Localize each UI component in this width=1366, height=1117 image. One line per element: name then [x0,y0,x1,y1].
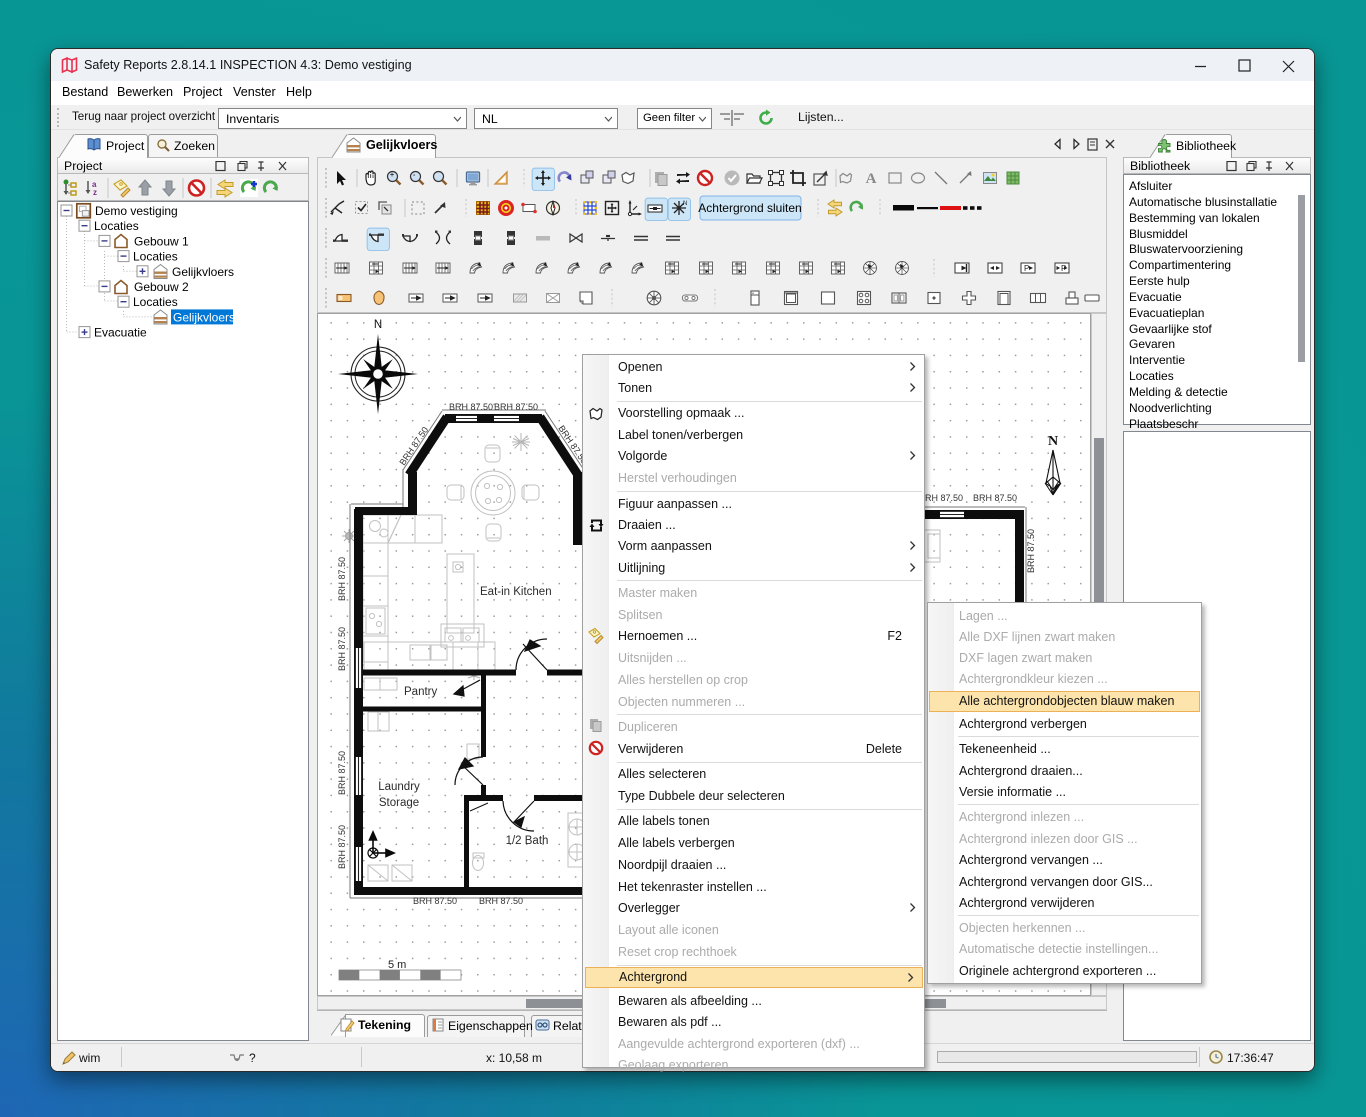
svg-text:Locaties: Locaties [133,295,178,309]
svg-text:BRH 87.50: BRH 87.50 [337,627,347,671]
svg-text:BRH 87.50: BRH 87.50 [1026,529,1036,573]
svg-text:Demo vestiging: Demo vestiging [95,204,178,218]
svg-text:RH 87.50: RH 87.50 [925,493,963,503]
svg-text:Laundry: Laundry [378,781,420,793]
svg-text:BRH 87.50: BRH 87.50 [337,751,347,795]
svg-text:Evacuatie: Evacuatie [94,326,147,340]
svg-text:Pantry: Pantry [404,686,437,698]
svg-text:5 m: 5 m [388,959,406,971]
svg-text:Eat-in Kitchen: Eat-in Kitchen [480,586,552,598]
svg-text:BRH 87.50: BRH 87.50 [337,557,347,601]
svg-text:+: + [390,172,394,179]
svg-text:Gelijkvloers: Gelijkvloers [173,310,235,324]
svg-text:Gebouw 1: Gebouw 1 [134,234,189,248]
svg-text:z: z [93,188,97,197]
svg-text:BRH 87.50: BRH 87.50 [479,896,523,906]
svg-text:P: P [1024,264,1029,273]
svg-text:Gebouw 2: Gebouw 2 [134,280,189,294]
svg-text:BRH 87.50: BRH 87.50 [413,896,457,906]
svg-text:1/2 Bath: 1/2 Bath [506,835,549,847]
svg-text:Locaties: Locaties [94,219,139,233]
svg-text:BRH 87.50: BRH 87.50 [449,402,493,412]
svg-text:N: N [1048,434,1058,449]
svg-text:BRH 87.50: BRH 87.50 [973,493,1017,503]
svg-text:BRH 87.50: BRH 87.50 [494,402,538,412]
svg-text:Locaties: Locaties [133,250,178,264]
svg-text:Storage: Storage [379,797,419,809]
svg-text:N: N [374,319,382,331]
svg-text:BRH 87.50: BRH 87.50 [337,825,347,869]
svg-text:Gelijkvloers: Gelijkvloers [172,265,234,279]
svg-text:Achtergrond sluiten: Achtergrond sluiten [698,201,801,215]
